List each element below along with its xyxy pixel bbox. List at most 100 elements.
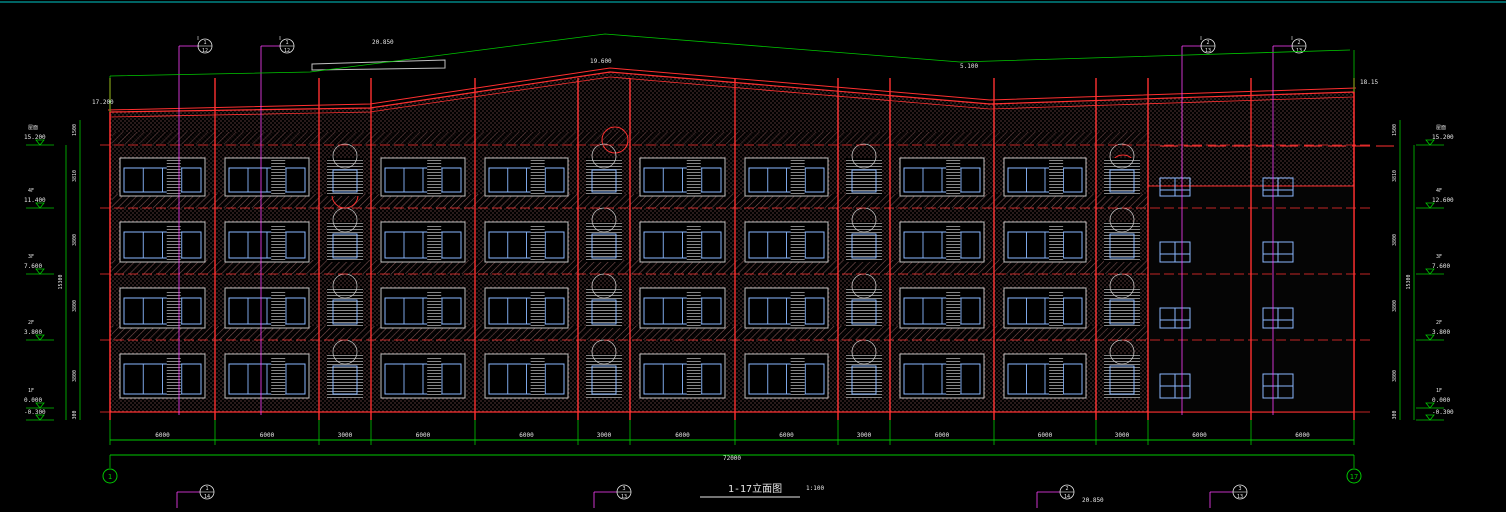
level-floor: 4F	[1436, 188, 1442, 194]
callout-sheet: 12	[202, 48, 208, 54]
level-floor: 4F	[28, 188, 34, 194]
stair-louver	[327, 354, 363, 398]
stair-louver	[327, 158, 363, 196]
callout-number: 3	[1238, 486, 1241, 492]
chain-dim: 300	[1392, 410, 1398, 419]
bay-dimension-label: 3000	[338, 432, 353, 439]
stair-louver	[327, 288, 363, 328]
window-louver	[946, 356, 961, 396]
bay-dimension-label: 6000	[1192, 432, 1207, 439]
bottom-note: 20.850	[1082, 497, 1104, 504]
level-label: 3.800	[1432, 329, 1450, 336]
chain-dim: 3800	[1392, 300, 1398, 312]
chain-dim: 1500	[1392, 124, 1398, 136]
drawing-title: 1-17立面图	[728, 482, 782, 495]
cad-viewport[interactable]: 1 12 1 12 2 13 2 13 15.200 屋面 11.400 4F 7.600 3F 3.80…	[0, 0, 1506, 508]
callout-sheet: 13	[1296, 48, 1302, 54]
bay-dimension-label: 6000	[260, 432, 275, 439]
level-label: 15.200	[24, 134, 46, 141]
window-louver	[790, 160, 805, 194]
callout-number: 2	[1065, 486, 1068, 492]
roof-elev-tower: 20.850	[372, 39, 394, 46]
chain-dim: 300	[72, 410, 78, 419]
chain-dim: 3800	[1392, 370, 1398, 382]
total-height: 15300	[58, 274, 64, 289]
level-floor: 3F	[28, 254, 34, 260]
stair-louver	[846, 158, 882, 196]
level-floor: 1F	[1436, 388, 1442, 394]
stair-louver	[327, 222, 363, 262]
axis-number: 1	[108, 473, 112, 481]
roof-elev-right: 18.15	[1360, 79, 1378, 86]
stair-louver	[846, 354, 882, 398]
window-louver	[790, 290, 805, 326]
chain-dim: 3800	[72, 234, 78, 246]
chain-dim: 3800	[1392, 234, 1398, 246]
bay-dimension-label: 6000	[935, 432, 950, 439]
window-louver	[1049, 356, 1064, 396]
bay-dimension-label: 6000	[779, 432, 794, 439]
elevation-drawing: 112112213213 15.200屋面11.4004F7.6003F3.80…	[0, 1, 1506, 508]
level-label: 15.200	[1432, 134, 1454, 141]
window-louver	[1049, 160, 1064, 194]
callout-number: 1	[285, 40, 288, 46]
level-floor: 1F	[28, 388, 34, 394]
window-louver	[271, 160, 286, 194]
window-louver	[686, 356, 701, 396]
chain-dim: 3800	[72, 370, 78, 382]
bay-dimension-label: 6000	[1038, 432, 1053, 439]
chain-dim: 3800	[72, 300, 78, 312]
level-floor: 3F	[1436, 254, 1442, 260]
level-floor: 2F	[28, 320, 34, 326]
callout-sheet: 14	[204, 494, 210, 500]
stair-louver	[1104, 222, 1140, 262]
level-floor: 2F	[1436, 320, 1442, 326]
stair-louver	[586, 354, 622, 398]
window-louver	[530, 224, 545, 260]
window-louver	[427, 356, 442, 396]
chain-dim: 3810	[1392, 170, 1398, 182]
callout-number: 2	[1297, 40, 1300, 46]
window-louver	[686, 224, 701, 260]
right-level-markers: 15.200 屋面 12.600 4F 7.600 3F 3.800 2F 0.000 1F -0.…	[1392, 120, 1454, 421]
level-label: 7.600	[1432, 263, 1450, 270]
level-label: 11.400	[24, 197, 46, 204]
bay-dimension-label: 6000	[1295, 432, 1310, 439]
window-louver	[946, 290, 961, 326]
window-louver	[946, 160, 961, 194]
level-label: 7.600	[24, 263, 42, 270]
stair-louver	[586, 222, 622, 262]
roof-elev-center: 19.600	[590, 58, 612, 65]
chain-dim: 1500	[72, 124, 78, 136]
window-louver	[686, 290, 701, 326]
left-level-markers: 15.200 屋面 11.400 4F 7.600 3F 3.800 2F 0.000 1F -0.…	[24, 120, 81, 421]
callout-sheet: 14	[1064, 494, 1070, 500]
callout-number: 3	[622, 486, 625, 492]
bay-dimension-label: 6000	[155, 432, 170, 439]
rooftop-tower	[311, 59, 446, 71]
stair-louver	[1104, 354, 1140, 398]
bay-dimension-label: 6000	[675, 432, 690, 439]
total-height: 15300	[1406, 274, 1412, 289]
window-louver	[790, 224, 805, 260]
bay-dimension-label: 3000	[1115, 432, 1130, 439]
stair-louver	[846, 222, 882, 262]
window-louver	[271, 224, 286, 260]
callout-sheet: 13	[621, 494, 627, 500]
window-louver	[427, 160, 442, 194]
stair-louver	[586, 158, 622, 196]
level-floor: 屋面	[1436, 125, 1446, 131]
bay-dimension-label: 6000	[519, 432, 534, 439]
level-floor: 屋面	[28, 125, 38, 131]
window-louver	[530, 160, 545, 194]
window-louver	[427, 290, 442, 326]
stair-louver	[846, 288, 882, 328]
level-label: -0.300	[24, 409, 46, 416]
stair-louver	[1104, 288, 1140, 328]
window-louver	[1049, 290, 1064, 326]
bay-dimension-label: 3000	[857, 432, 872, 439]
callout-sheet: 13	[1205, 48, 1211, 54]
window-louver	[271, 290, 286, 326]
total-dimension-label: 72000	[723, 455, 741, 462]
stair-louver	[1104, 158, 1140, 196]
